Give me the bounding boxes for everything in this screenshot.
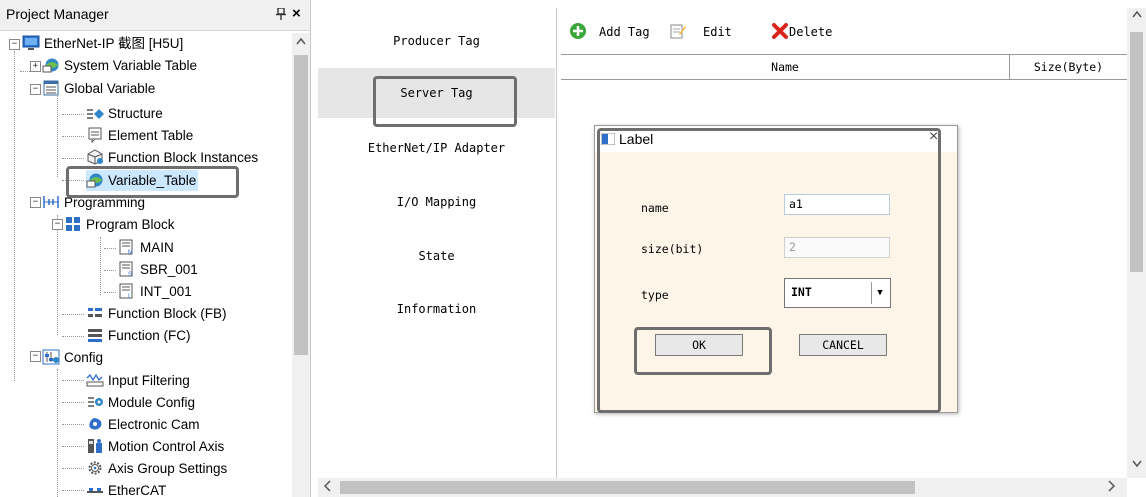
- program-block-icon: [64, 216, 82, 232]
- tree-item-function-block-fb[interactable]: Function Block (FB): [86, 303, 227, 324]
- tree-item-system-variable-table[interactable]: System Variable Table: [42, 55, 197, 76]
- ok-button-highlight: [634, 327, 772, 375]
- subroutine-icon: S: [118, 261, 136, 278]
- fb-instance-icon: [86, 149, 104, 165]
- element-table-icon: [86, 127, 104, 144]
- ethercat-icon: [86, 482, 104, 497]
- add-icon: [569, 22, 587, 46]
- horizontal-scroll-thumb[interactable]: [340, 481, 915, 494]
- nav-producer-tag[interactable]: Producer Tag: [318, 16, 555, 66]
- scroll-right-icon[interactable]: [1108, 480, 1116, 495]
- collapse-toggle[interactable]: −: [30, 197, 41, 208]
- scroll-down-icon[interactable]: [1132, 460, 1142, 471]
- project-tree: − + − − − − EtherNet-IP 截图 [H5U] System …: [0, 33, 292, 497]
- tree-item-electronic-cam[interactable]: Electronic Cam: [86, 414, 200, 435]
- project-manager-title: Project Manager: [6, 6, 109, 22]
- table-icon: [42, 80, 60, 96]
- scroll-up-icon[interactable]: [296, 37, 306, 48]
- gear-icon: [86, 460, 104, 476]
- tree-item-main[interactable]: M MAIN: [118, 237, 174, 258]
- tree-item-ethercat[interactable]: EtherCAT: [86, 480, 166, 497]
- globe-table-icon: [42, 57, 60, 73]
- function-icon: [86, 327, 104, 343]
- tree-item-int-001[interactable]: I INT_001: [118, 281, 192, 302]
- config-icon: [42, 349, 60, 365]
- svg-text:S: S: [128, 272, 132, 277]
- module-config-icon: [86, 394, 104, 410]
- tree-item-project[interactable]: EtherNet-IP 截图 [H5U]: [22, 33, 183, 54]
- delete-icon: [771, 22, 789, 46]
- tree-item-input-filtering[interactable]: Input Filtering: [86, 370, 190, 391]
- nav-state[interactable]: State: [318, 231, 555, 281]
- collapse-toggle[interactable]: −: [30, 84, 41, 95]
- tag-table-header: Name Size(Byte): [561, 54, 1127, 80]
- pin-icon[interactable]: [276, 7, 286, 23]
- structure-icon: [86, 105, 104, 121]
- svg-text:M: M: [128, 250, 133, 255]
- cam-icon: [86, 416, 104, 432]
- tree-item-sbr-001[interactable]: S SBR_001: [118, 259, 198, 280]
- main-program-icon: M: [118, 239, 136, 256]
- tree-item-program-block[interactable]: Program Block: [64, 214, 175, 235]
- content-scroll-thumb[interactable]: [1130, 32, 1143, 272]
- nav-io-mapping[interactable]: I/O Mapping: [318, 177, 555, 227]
- toolbar: Add Tag Edit Delete: [557, 8, 1127, 54]
- variable-table-highlight: [66, 166, 239, 198]
- tree-item-config[interactable]: Config: [42, 347, 103, 368]
- tree-item-module-config[interactable]: Module Config: [86, 392, 195, 413]
- tree-scroll-thumb[interactable]: [294, 55, 308, 355]
- add-tag-button[interactable]: Add Tag: [569, 22, 650, 42]
- tree-item-structure[interactable]: Structure: [86, 103, 163, 124]
- tree-item-global-variable[interactable]: Global Variable: [42, 78, 155, 99]
- collapse-toggle[interactable]: −: [9, 39, 20, 50]
- nav-ethernet-ip-adapter[interactable]: EtherNet/IP Adapter: [318, 123, 555, 173]
- interrupt-icon: I: [118, 283, 136, 300]
- column-header-name[interactable]: Name: [561, 55, 1010, 79]
- horizontal-scrollbar[interactable]: [318, 478, 1127, 497]
- scroll-up-icon[interactable]: [1132, 10, 1142, 21]
- tree-item-function-fc[interactable]: Function (FC): [86, 325, 191, 346]
- ladder-icon: [42, 194, 60, 210]
- tree-scrollbar[interactable]: [292, 33, 310, 497]
- collapse-toggle[interactable]: −: [30, 351, 41, 362]
- expand-toggle[interactable]: +: [30, 61, 41, 72]
- plc-device-icon: [22, 35, 40, 51]
- tree-item-axis-group-settings[interactable]: Axis Group Settings: [86, 458, 227, 479]
- axis-icon: [86, 438, 104, 454]
- edit-icon: [669, 22, 687, 46]
- nav-information[interactable]: Information: [318, 284, 555, 334]
- delete-button[interactable]: Delete: [771, 22, 832, 42]
- collapse-toggle[interactable]: −: [52, 219, 63, 230]
- tree-item-element-table[interactable]: Element Table: [86, 125, 193, 146]
- edit-button[interactable]: Edit: [669, 22, 732, 42]
- content-vertical-scrollbar[interactable]: [1127, 8, 1146, 478]
- project-manager-header: Project Manager ×: [0, 0, 310, 31]
- server-tag-highlight: [373, 76, 517, 127]
- input-filter-icon: [86, 372, 104, 388]
- project-manager-panel: Project Manager × − + − − − − EtherNet-I…: [0, 0, 311, 497]
- tree-item-motion-control-axis[interactable]: Motion Control Axis: [86, 436, 224, 457]
- panel-close-icon[interactable]: ×: [292, 5, 301, 22]
- function-block-icon: [86, 305, 104, 321]
- scroll-left-icon[interactable]: [323, 480, 331, 495]
- column-header-size[interactable]: Size(Byte): [1010, 55, 1127, 79]
- tree-item-function-block-instances[interactable]: Function Block Instances: [86, 147, 258, 168]
